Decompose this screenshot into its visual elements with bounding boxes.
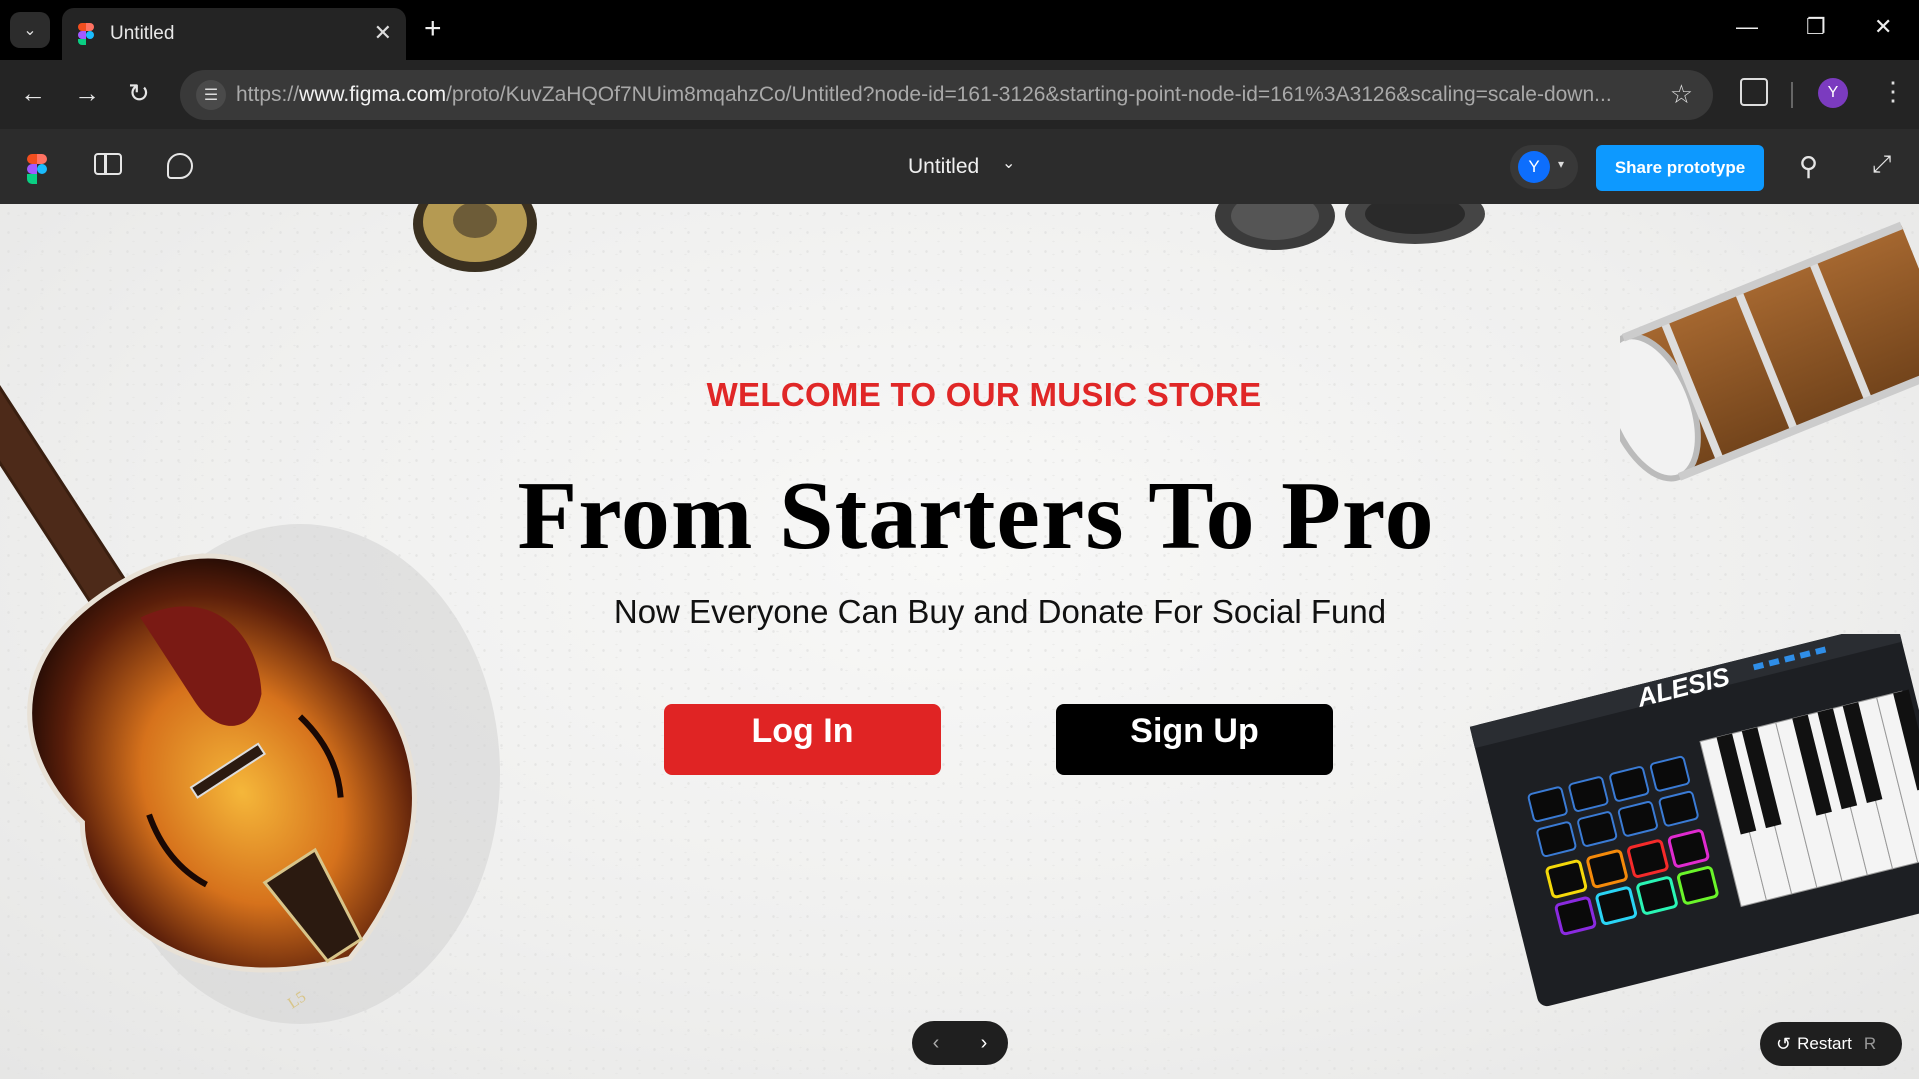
profile-avatar[interactable]: Y bbox=[1818, 78, 1848, 108]
url-path: /proto/KuvZaHQOf7NUim8mqahzCo/Untitled?n… bbox=[446, 83, 1612, 106]
browser-tab-strip: ⌄ Untitled ✕ + — ❐ ✕ bbox=[0, 0, 1919, 60]
restart-shortcut: R bbox=[1863, 1034, 1877, 1053]
forward-arrow-icon[interactable]: → bbox=[74, 76, 100, 110]
url-prefix: https:// bbox=[236, 83, 300, 106]
restart-label: Restart bbox=[1797, 1034, 1852, 1053]
frame-navigation: ‹ › bbox=[912, 1021, 1008, 1065]
comment-icon[interactable] bbox=[167, 153, 193, 179]
hero-headline: From Starters To Pro bbox=[517, 462, 1435, 570]
tab-search-button[interactable]: ⌄ bbox=[10, 12, 50, 48]
share-prototype-button[interactable]: Share prototype bbox=[1596, 145, 1764, 191]
extensions-icon[interactable] bbox=[1740, 78, 1768, 106]
close-window-icon[interactable]: ✕ bbox=[1874, 12, 1892, 42]
browser-menu-icon[interactable]: ⋮ bbox=[1880, 76, 1906, 106]
avatar: Y bbox=[1518, 151, 1550, 183]
hero-subheadline: Now Everyone Can Buy and Donate For Soci… bbox=[613, 593, 1387, 630]
figma-prototype-toolbar: Untitled ⌄ Y ▾ Share prototype ⚲ ⤢ bbox=[0, 129, 1919, 204]
reload-icon[interactable]: ↻ bbox=[128, 76, 150, 110]
snare-drum-image bbox=[1620, 221, 1919, 482]
file-title[interactable]: Untitled bbox=[908, 155, 979, 179]
browser-toolbar: ← → ↻ ☰ https://www.figma.com/proto/KuvZ… bbox=[0, 60, 1919, 129]
login-button[interactable]: Log In bbox=[664, 704, 941, 775]
previous-frame-icon[interactable]: ‹ bbox=[933, 1032, 940, 1055]
url-text[interactable]: https://www.figma.com/proto/KuvZaHQOf7NU… bbox=[236, 83, 1636, 107]
sidebar-toggle-icon[interactable] bbox=[94, 153, 122, 175]
fullscreen-icon[interactable]: ⤢ bbox=[1872, 151, 1891, 179]
bookmark-star-icon[interactable]: ☆ bbox=[1670, 79, 1693, 110]
signup-button[interactable]: Sign Up bbox=[1056, 704, 1333, 775]
prototype-settings-icon[interactable]: ⚲ bbox=[1799, 151, 1818, 182]
browser-tab[interactable]: Untitled ✕ bbox=[62, 8, 406, 60]
collaborator-menu[interactable]: Y ▾ bbox=[1510, 145, 1578, 189]
chevron-down-icon[interactable]: ⌄ bbox=[1002, 153, 1015, 173]
tab-close-icon[interactable]: ✕ bbox=[374, 22, 392, 44]
figma-logo-icon[interactable] bbox=[27, 154, 47, 184]
welcome-heading: WELCOME TO OUR MUSIC STORE bbox=[706, 376, 1262, 413]
restore-window-icon[interactable]: ❐ bbox=[1806, 12, 1826, 42]
figma-favicon-icon bbox=[78, 23, 94, 45]
midi-keyboard-image: ALESIS bbox=[1470, 634, 1919, 1007]
back-arrow-icon[interactable]: ← bbox=[20, 76, 46, 110]
restart-icon: ↺ bbox=[1776, 1033, 1792, 1054]
next-frame-icon[interactable]: › bbox=[981, 1032, 988, 1055]
cymbal-image bbox=[413, 204, 537, 272]
prototype-canvas: L5 ALESIS WELCOME TO OUR MUSIC STORE Fro… bbox=[0, 204, 1919, 1079]
headphones-image bbox=[1215, 204, 1485, 250]
restart-button[interactable]: ↺ Restart R bbox=[1760, 1022, 1902, 1066]
toolbar-divider bbox=[1791, 82, 1793, 108]
url-host: www.figma.com bbox=[299, 83, 447, 106]
address-bar[interactable]: ☰ https://www.figma.com/proto/KuvZaHQOf7… bbox=[180, 70, 1713, 120]
new-tab-icon[interactable]: + bbox=[424, 14, 442, 44]
minimize-icon[interactable]: — bbox=[1736, 12, 1758, 42]
chevron-down-icon: ▾ bbox=[1558, 157, 1565, 171]
tab-title: Untitled bbox=[110, 23, 175, 44]
site-settings-icon[interactable]: ☰ bbox=[196, 80, 226, 110]
